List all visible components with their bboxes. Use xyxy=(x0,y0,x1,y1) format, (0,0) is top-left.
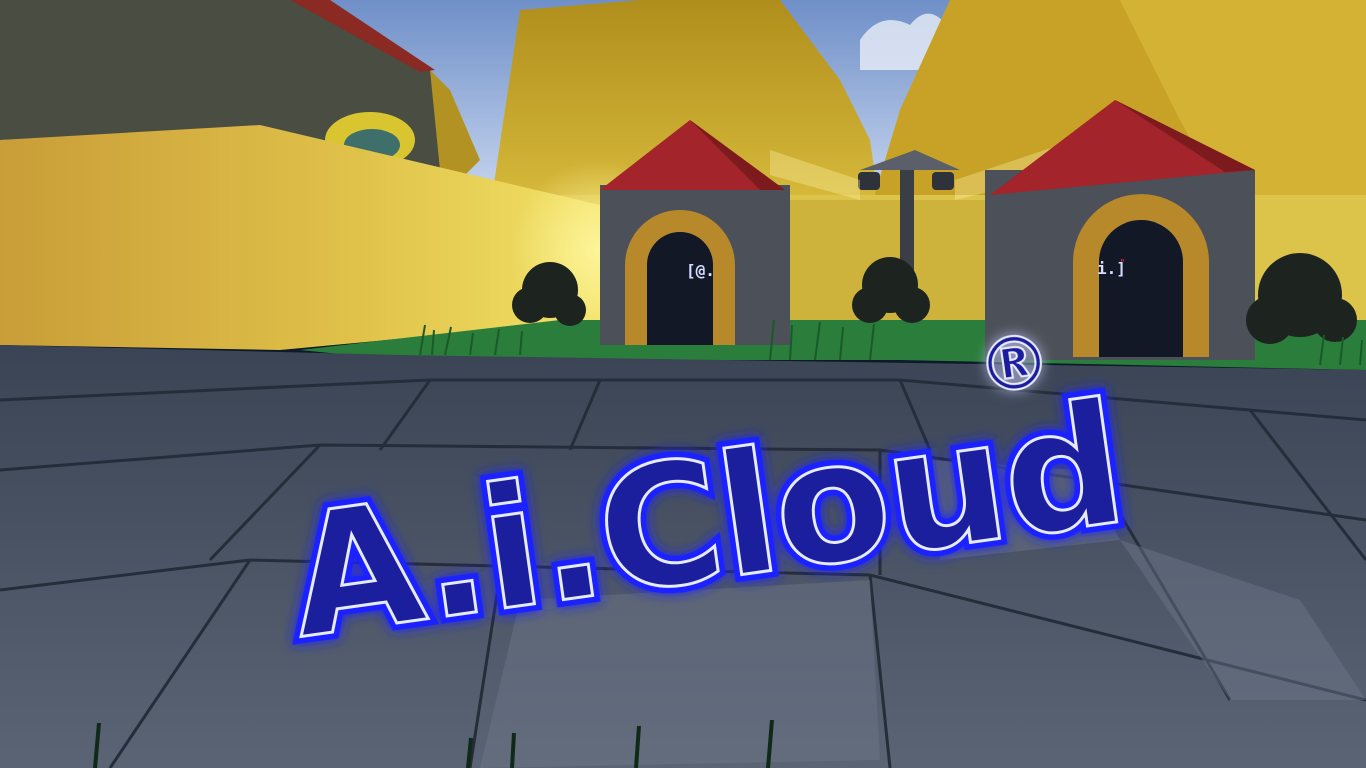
left-house-doorway[interactable] xyxy=(647,232,713,345)
registered-mark: ® xyxy=(972,317,1055,412)
game-scene[interactable]: [@. i.] " A.i.Cloud A.i.Cloud ® xyxy=(0,0,1366,768)
right-door-sign-dot: " xyxy=(1120,258,1125,269)
right-house-doorway[interactable] xyxy=(1099,220,1183,357)
left-door-sign: [@. xyxy=(686,261,715,280)
game-viewport[interactable]: [@. i.] " A.i.Cloud A.i.Cloud ® xyxy=(0,0,1366,768)
